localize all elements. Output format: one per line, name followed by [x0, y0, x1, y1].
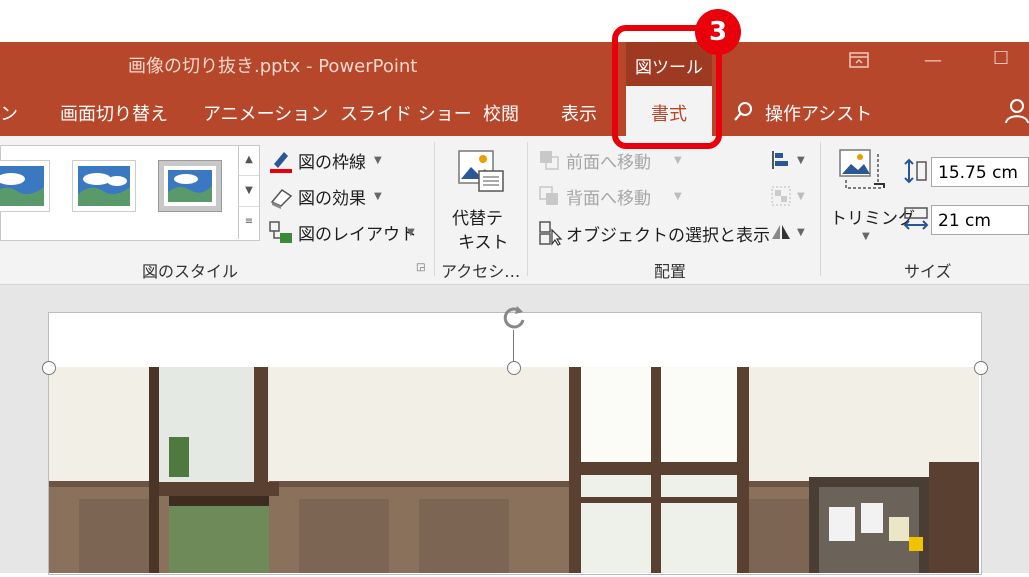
bring-forward-button[interactable]: 前面へ移動 [566, 148, 651, 173]
chevron-down-icon: ▼ [374, 155, 382, 166]
resize-handle[interactable] [974, 361, 988, 375]
callout-step-badge: 3 [695, 9, 741, 55]
height-input[interactable]: 15.75 cm [931, 157, 1029, 187]
selection-pane-icon [538, 220, 564, 250]
width-input[interactable]: 21 cm [931, 205, 1029, 235]
chevron-down-icon: ▼ [674, 155, 682, 166]
picture-effects-icon [268, 184, 294, 214]
chevron-down-icon: ▼ [797, 191, 805, 202]
share-person-icon[interactable] [1005, 98, 1029, 128]
bring-forward-icon [538, 149, 562, 175]
tab-review[interactable]: 校閲 [483, 100, 519, 126]
tab-animations[interactable]: アニメーション [203, 100, 328, 126]
height-icon [903, 158, 929, 188]
crop-icon [838, 148, 886, 198]
gallery-down-button[interactable]: ▼ [239, 176, 259, 207]
picture-effects-button[interactable]: 図の効果 [298, 184, 366, 209]
tab-slideshow[interactable]: スライド ショー [340, 100, 472, 126]
picture-style-thumb-selected[interactable] [158, 160, 222, 212]
picture-layout-icon [268, 220, 294, 250]
picture-style-thumb[interactable] [72, 160, 136, 212]
slide-picture[interactable] [49, 367, 979, 573]
picture-border-icon [268, 148, 294, 178]
tab-transitions-partial[interactable]: ン [0, 100, 18, 126]
alt-text-label-1[interactable]: 代替テ [452, 204, 503, 229]
alt-text-label-2[interactable]: キスト [458, 228, 509, 253]
picture-border-button[interactable]: 図の枠線 [298, 148, 366, 173]
chevron-down-icon: ▼ [674, 191, 682, 202]
group-objects-icon[interactable] [770, 185, 792, 211]
alt-text-icon [457, 149, 505, 199]
group-label-size: サイズ [904, 262, 952, 281]
group-separator [820, 142, 821, 276]
group-label-accessibility: アクセシ… [441, 262, 521, 281]
gallery-more-button[interactable]: ≡ [239, 207, 259, 237]
gallery-up-button[interactable]: ▲ [239, 145, 259, 176]
tab-view[interactable]: 表示 [561, 100, 597, 126]
resize-handle[interactable] [42, 361, 56, 375]
group-label-picture-styles: 図のスタイル [142, 262, 239, 281]
resize-handle[interactable] [507, 361, 521, 375]
chevron-down-icon: ▼ [797, 155, 805, 166]
selection-pane-button[interactable]: オブジェクトの選択と表示 [566, 221, 770, 246]
tab-transitions[interactable]: 画面切り替え [60, 100, 168, 126]
picture-layout-button[interactable]: 図のレイアウト [298, 220, 417, 245]
send-backward-icon [538, 185, 562, 211]
width-icon [903, 206, 929, 236]
ribbon-display-options-icon[interactable] [848, 50, 870, 75]
rotate-handle-icon[interactable] [499, 302, 529, 336]
minimize-button[interactable]: — [924, 50, 942, 71]
dialog-launcher-icon[interactable]: ◲ [416, 262, 425, 273]
gallery-scroll: ▲ ▼ ≡ [238, 145, 259, 239]
align-icon[interactable] [770, 149, 792, 175]
chevron-down-icon: ▼ [407, 227, 415, 238]
group-separator [527, 142, 528, 276]
group-label-arrange: 配置 [654, 262, 687, 281]
chevron-down-icon: ▼ [374, 191, 382, 202]
search-icon [732, 101, 754, 127]
picture-style-thumb[interactable] [0, 160, 50, 212]
group-separator [434, 142, 435, 276]
tell-me-box[interactable]: 操作アシスト [765, 100, 872, 126]
chevron-down-icon: ▼ [862, 231, 870, 242]
chevron-down-icon: ▼ [797, 227, 805, 238]
send-backward-button[interactable]: 背面へ移動 [566, 184, 651, 209]
window-title: 画像の切り抜き.pptx - PowerPoint [128, 56, 418, 77]
maximize-button[interactable]: ☐ [993, 48, 1009, 69]
rotate-icon[interactable] [770, 221, 792, 247]
